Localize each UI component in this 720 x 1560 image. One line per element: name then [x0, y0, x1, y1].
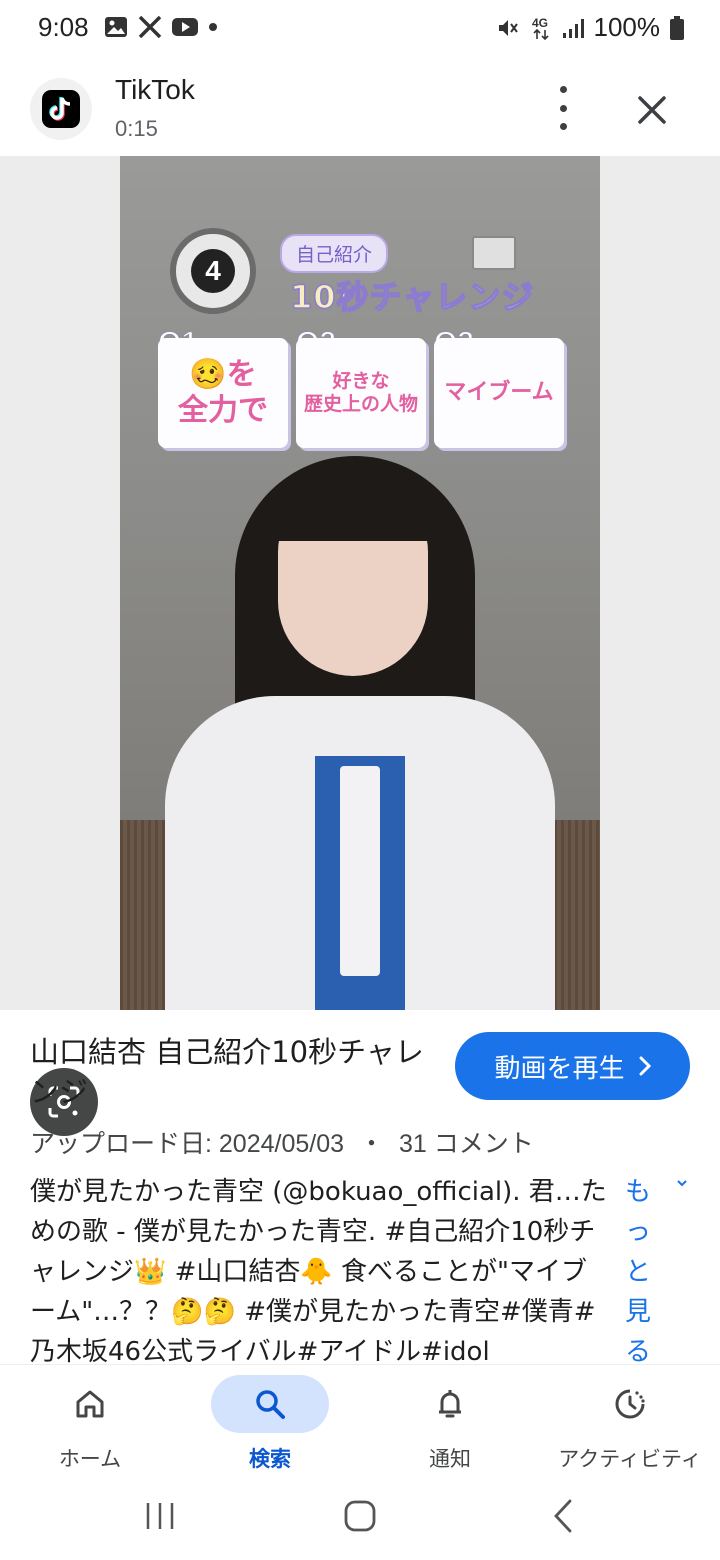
- nav-icon-container: [571, 1375, 689, 1433]
- battery-icon: [670, 15, 684, 40]
- battery-percent: 100%: [593, 12, 661, 42]
- bell-icon: [439, 1390, 461, 1418]
- status-time: 9:08: [38, 12, 89, 42]
- network-4g-icon: 4G: [532, 16, 549, 40]
- question-text: 歴史上の人物: [303, 393, 418, 415]
- question-text: 全力で: [178, 393, 268, 428]
- recent-apps-icon[interactable]: [142, 1500, 178, 1532]
- question-text: 好きな: [332, 370, 390, 393]
- home-icon: [76, 1390, 104, 1418]
- question-card: 🥴を 全力で: [158, 338, 288, 448]
- nav-icon-container: [31, 1375, 149, 1433]
- chevron-down-icon[interactable]: [676, 1178, 688, 1188]
- network-label: 4G: [532, 16, 548, 30]
- chevron-right-icon: [639, 1056, 651, 1076]
- upload-info: アップロード日: 2024/05/03 ・ 31 コメント: [30, 1124, 534, 1160]
- x-icon: [138, 16, 162, 38]
- system-navigation-bar: [0, 1480, 720, 1560]
- app-title: TikTok: [115, 74, 195, 105]
- nav-home[interactable]: ホーム: [0, 1365, 180, 1481]
- overlay-pill: 自己紹介: [280, 234, 389, 273]
- nav-label: アクティビティ: [558, 1447, 702, 1471]
- system-status-icons: 4G 100%: [496, 12, 684, 43]
- question-card: マイブーム: [434, 338, 564, 448]
- person-tie: [340, 766, 380, 976]
- status-bar: 9:08 4G 100%: [0, 0, 720, 60]
- question-text: 🥴を: [189, 357, 257, 392]
- video-title: 山口結杏 自己紹介10秒チャレンジ: [30, 1035, 424, 1109]
- video-thumbnail[interactable]: 4 自己紹介 10秒チャレンジ Q1. Q2. Q3. 🥴を 全力で 好きな 歴…: [120, 156, 600, 1010]
- play-video-button[interactable]: 動画を再生: [455, 1032, 690, 1100]
- show-more-link[interactable]: もっと見る: [625, 1172, 655, 1372]
- more-options-button[interactable]: [545, 86, 581, 130]
- overlay-title: 10秒チャレンジ: [289, 277, 535, 317]
- book-icon: [472, 236, 516, 270]
- activity-icon: [615, 1389, 645, 1419]
- upload-date: アップロード日: 2024/05/03: [30, 1130, 345, 1158]
- mute-icon: [498, 19, 518, 36]
- signal-icon: [562, 18, 584, 38]
- back-icon[interactable]: [550, 1498, 576, 1534]
- gallery-icon: [105, 17, 127, 37]
- nav-icon-container: [391, 1375, 509, 1433]
- tiktok-logo-icon: [30, 78, 92, 140]
- timer-number: 4: [191, 249, 235, 293]
- video-duration: 0:15: [115, 116, 158, 141]
- play-video-label: 動画を再生: [494, 1053, 625, 1084]
- comment-count: 31 コメント: [398, 1130, 534, 1158]
- nav-label: ホーム: [58, 1447, 122, 1471]
- more-dot-icon: [559, 123, 567, 130]
- video-preview-area: 4 自己紹介 10秒チャレンジ Q1. Q2. Q3. 🥴を 全力で 好きな 歴…: [0, 156, 720, 1136]
- question-text: マイブーム: [444, 379, 554, 405]
- nav-label: 検索: [249, 1447, 291, 1471]
- question-card: 好きな 歴史上の人物: [296, 338, 426, 448]
- home-system-icon[interactable]: [342, 1498, 378, 1534]
- app-header: TikTok 0:15: [0, 60, 720, 156]
- notification-icons: [104, 16, 218, 38]
- nav-notifications[interactable]: 通知: [360, 1365, 540, 1481]
- search-icon: [256, 1390, 285, 1419]
- separator: ・: [358, 1130, 384, 1158]
- close-icon[interactable]: [630, 88, 674, 132]
- stopwatch-icon: 4: [170, 228, 256, 314]
- more-dot-icon: [559, 104, 567, 112]
- video-description: 僕が見たかった青空 (@bokuao_official). 君…ための歌 - 僕…: [30, 1177, 607, 1364]
- nav-label: 通知: [429, 1447, 471, 1471]
- bottom-navigation: ホーム 検索 通知 アクティビティ: [0, 1364, 720, 1480]
- nav-search[interactable]: 検索: [180, 1365, 360, 1481]
- more-dot-icon: [559, 86, 567, 93]
- youtube-icon: [172, 18, 198, 36]
- nav-activity[interactable]: アクティビティ: [540, 1365, 720, 1481]
- nav-icon-container: [211, 1375, 329, 1433]
- dot-icon: [209, 23, 217, 31]
